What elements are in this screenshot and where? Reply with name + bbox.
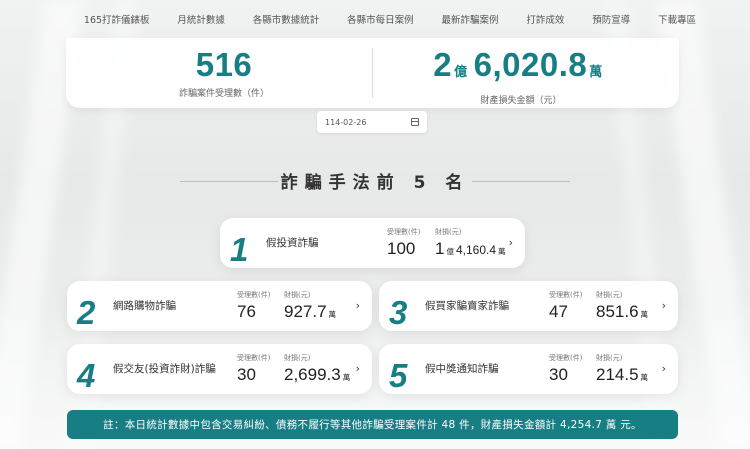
case-count-value: 516 (195, 46, 253, 83)
chevron-right-icon: › (661, 299, 666, 312)
loss-wan-value: 4,160.4 (455, 243, 497, 257)
nav-results[interactable]: 打詐成效 (526, 12, 564, 26)
rank-number: 3 (389, 294, 408, 331)
fraud-type-name: 假交友(投資詐財)詐騙 (113, 363, 216, 375)
nav-dashboard[interactable]: 165打詐儀錶板 (84, 12, 150, 26)
loss-value: 1 億 4,160.4 萬 (435, 239, 508, 259)
rank-card-1[interactable]: 1 假投資詐騙 受理數(件) 100 財損(元) 1 億 4,160.4 萬 › (220, 218, 525, 268)
loss-label: 財損(元) (596, 291, 623, 299)
nav-latest-cases[interactable]: 最新詐騙案例 (441, 12, 498, 26)
fraud-type-name: 網路購物詐騙 (113, 300, 176, 312)
cases-label: 受理數(件) (387, 228, 421, 236)
loss-wan-unit: 萬 (328, 310, 337, 319)
stats-card: 516 詐騙案件受理數（件） 2 億 6,020.8 萬 財產損失金額（元） (66, 38, 679, 108)
rank-card-3[interactable]: 3 假買家騙賣家詐騙 受理數(件) 47 財損(元) 851.6 萬 › (379, 281, 678, 331)
loss-value: 851.6 萬 (596, 302, 650, 322)
loss-amount-label: 財產損失金額（元） (480, 96, 562, 106)
calendar-icon (411, 118, 419, 126)
loss-yi-unit: 億 (446, 247, 454, 256)
loss-wan-value: 214.5 (596, 365, 639, 384)
loss-amount-stat: 2 億 6,020.8 萬 財產損失金額（元） (371, 46, 671, 106)
fraud-type-name: 假買家騙賣家詐騙 (425, 300, 509, 312)
chevron-right-icon: › (355, 362, 360, 375)
rank-number: 5 (389, 357, 408, 394)
rank-card-5[interactable]: 5 假中獎通知詐騙 受理數(件) 30 財損(元) 214.5 萬 › (379, 344, 678, 394)
loss-label: 財損(元) (284, 291, 311, 299)
loss-yi-value: 2 (433, 46, 453, 83)
loss-wan-unit: 萬 (640, 373, 649, 382)
cases-label: 受理數(件) (549, 291, 583, 299)
cases-value: 47 (549, 302, 568, 321)
fraud-type-name: 假中獎通知詐騙 (425, 363, 499, 375)
loss-wan-value: 927.7 (284, 302, 327, 321)
cases-value: 100 (387, 239, 416, 258)
loss-amount-value: 2 億 6,020.8 萬 (371, 46, 671, 91)
fraud-type-name: 假投資詐騙 (266, 237, 319, 249)
top-nav: 165打詐儀錶板 月統計數據 各縣市數據統計 各縣市每日案例 最新詐騙案例 打詐… (0, 0, 750, 38)
nav-monthly-stats[interactable]: 月統計數據 (177, 12, 225, 26)
date-value: 114-02-26 (325, 117, 367, 127)
chevron-right-icon: › (355, 299, 360, 312)
rank-number: 2 (77, 294, 96, 331)
footnote-banner: 註：本日統計數據中包含交易糾紛、債務不履行等其他詐騙受理案件計 48 件，財產損… (67, 410, 678, 439)
loss-wan-value: 851.6 (596, 302, 639, 321)
loss-wan-value: 2,699.3 (284, 365, 341, 384)
nav-county-daily[interactable]: 各縣市每日案例 (347, 12, 414, 26)
loss-value: 2,699.3 萬 (284, 365, 352, 385)
nav-downloads[interactable]: 下載專區 (658, 12, 696, 26)
rank-number: 1 (230, 231, 249, 268)
cases-value: 30 (237, 365, 256, 384)
loss-label: 財損(元) (435, 228, 462, 236)
cases-label: 受理數(件) (237, 291, 271, 299)
loss-wan-value: 6,020.8 (473, 46, 588, 83)
footnote-text: 註：本日統計數據中包含交易糾紛、債務不履行等其他詐騙受理案件計 48 件，財產損… (103, 419, 642, 431)
chevron-right-icon: › (508, 236, 513, 249)
rank-card-4[interactable]: 4 假交友(投資詐財)詐騙 受理數(件) 30 財損(元) 2,699.3 萬 › (67, 344, 372, 394)
loss-wan-unit: 萬 (342, 373, 351, 382)
cases-value: 76 (237, 302, 256, 321)
cases-value: 30 (549, 365, 568, 384)
case-count-stat: 516 詐騙案件受理數（件） (74, 46, 374, 99)
loss-value: 214.5 萬 (596, 365, 650, 385)
cases-label: 受理數(件) (549, 354, 583, 362)
rank-card-2[interactable]: 2 網路購物詐騙 受理數(件) 76 財損(元) 927.7 萬 › (67, 281, 372, 331)
nav-prevention[interactable]: 預防宣導 (592, 12, 630, 26)
cases-label: 受理數(件) (237, 354, 271, 362)
section-heading: 詐騙手法前 5 名 (0, 168, 750, 193)
loss-wan-unit: 萬 (498, 247, 506, 256)
loss-label: 財損(元) (284, 354, 311, 362)
loss-yi-unit: 億 (454, 64, 468, 79)
loss-wan-unit: 萬 (589, 64, 603, 79)
chevron-right-icon: › (661, 362, 666, 375)
date-picker[interactable]: 114-02-26 (317, 111, 427, 133)
loss-wan-unit: 萬 (640, 310, 649, 319)
rank-number: 4 (77, 357, 96, 394)
heading-line-right (472, 181, 570, 182)
nav-county-stats[interactable]: 各縣市數據統計 (253, 12, 320, 26)
loss-yi-value: 1 (435, 239, 445, 258)
loss-value: 927.7 萬 (284, 302, 338, 322)
case-count-label: 詐騙案件受理數（件） (178, 89, 269, 99)
section-heading-text: 詐騙手法前 5 名 (280, 173, 470, 193)
loss-label: 財損(元) (596, 354, 623, 362)
